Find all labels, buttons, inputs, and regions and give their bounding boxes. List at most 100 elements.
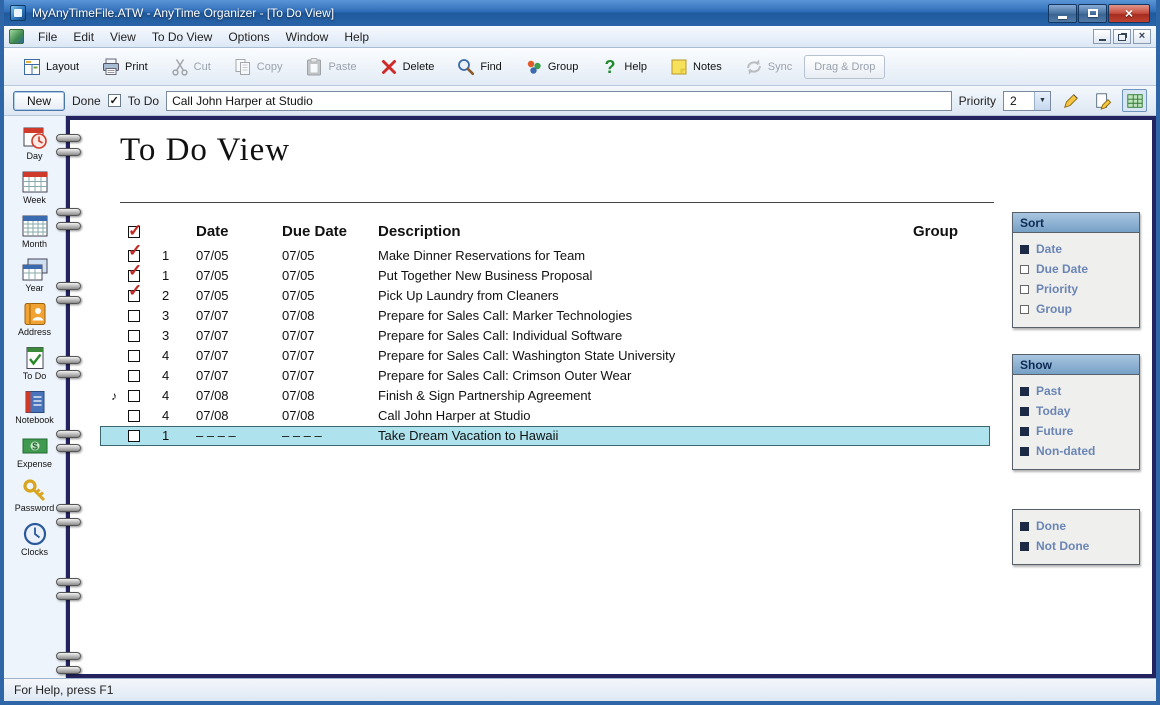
filter-option-not-done[interactable]: Not Done [1020,536,1132,556]
toolbar-button-label: Group [548,61,579,73]
row-description: Pick Up Laundry from Cleaners [362,286,913,306]
row-done-checkbox[interactable] [128,390,140,402]
todo-row[interactable]: 107/0507/05Put Together New Business Pro… [100,266,990,286]
toolbar-button-group[interactable]: Group [514,52,589,82]
mdi-restore-icon [1118,34,1126,41]
filter-option-group[interactable]: Group [1020,299,1132,319]
todo-checkbox[interactable] [108,94,121,107]
sidebar-item-notebook[interactable]: Notebook [4,389,65,425]
sidebar-item-label: Expense [17,459,52,469]
new-button[interactable]: New [13,91,65,111]
todo-row[interactable]: 307/0707/08Prepare for Sales Call: Marke… [100,306,990,326]
menu-item-window[interactable]: Window [278,28,337,46]
filter-option-today[interactable]: Today [1020,401,1132,421]
filter-option-date[interactable]: Date [1020,239,1132,259]
row-date: 07/05 [180,266,264,286]
row-priority: 3 [154,326,180,346]
toolbar-button-copy[interactable]: Copy [223,52,293,82]
sidebar-item-month[interactable]: Month [4,213,65,249]
sidebar-item-expense[interactable]: $Expense [4,433,65,469]
filter-checkbox [1020,387,1029,396]
find-icon [456,57,476,77]
toolbar-button-sync[interactable]: Sync [734,52,802,82]
filter-label: Today [1036,404,1070,418]
row-done-checkbox[interactable] [128,290,140,302]
row-description: Call John Harper at Studio [362,406,913,426]
menu-item-file[interactable]: File [30,28,65,46]
toolbar-button-label: Cut [194,61,211,73]
menu-item-view[interactable]: View [102,28,144,46]
minimize-button[interactable] [1048,4,1077,23]
todo-row[interactable]: 307/0707/07Prepare for Sales Call: Indiv… [100,326,990,346]
binder-ring-icon [56,134,81,142]
toolbar-button-cut[interactable]: Cut [160,52,221,82]
sidebar-item-label: Month [22,239,47,249]
filter-option-due-date[interactable]: Due Date [1020,259,1132,279]
row-done-checkbox[interactable] [128,410,140,422]
row-priority: 3 [154,306,180,326]
binder-ring-icon [56,356,81,364]
row-done-checkbox[interactable] [128,350,140,362]
menu-item-edit[interactable]: Edit [65,28,102,46]
todo-row[interactable]: 407/0707/07Prepare for Sales Call: Crims… [100,366,990,386]
mdi-minimize-button[interactable] [1093,29,1111,44]
row-description: Make Dinner Reservations for Team [362,246,913,266]
todo-row[interactable]: 1– – – –– – – –Take Dream Vacation to Ha… [100,426,990,446]
toolbar-button-print[interactable]: Print [91,52,158,82]
toolbar-button-find[interactable]: Find [446,52,511,82]
todo-row[interactable]: 407/0807/08Call John Harper at Studio [100,406,990,426]
row-done-checkbox[interactable] [128,370,140,382]
title-bar[interactable]: MyAnyTimeFile.ATW - AnyTime Organizer - … [4,0,1156,26]
row-done-checkbox[interactable] [128,430,140,442]
task-description-input[interactable] [166,91,952,111]
status-text: For Help, press F1 [14,683,113,697]
binder-ring-icon [56,578,81,586]
menu-app-icon [9,29,24,44]
filter-option-past[interactable]: Past [1020,381,1132,401]
edit-pencil-button[interactable] [1058,89,1083,112]
mdi-restore-button[interactable] [1113,29,1131,44]
sidebar-item-week[interactable]: Week [4,169,65,205]
filter-option-done[interactable]: Done [1020,516,1132,536]
close-button[interactable]: × [1108,4,1150,23]
menu-item-to-do-view[interactable]: To Do View [144,28,220,46]
todo-row[interactable]: 107/0507/05Make Dinner Reservations for … [100,246,990,266]
filter-option-priority[interactable]: Priority [1020,279,1132,299]
grid-view-button[interactable] [1122,89,1147,112]
mdi-close-button[interactable]: × [1133,29,1151,44]
sidebar-item-clocks[interactable]: Clocks [4,521,65,557]
binder-ring-icon [56,148,81,156]
menu-item-help[interactable]: Help [336,28,377,46]
done-panel-items: Done Not Done [1013,510,1139,564]
row-priority: 4 [154,366,180,386]
todo-row[interactable]: ♪407/0807/08Finish & Sign Partnership Ag… [100,386,990,406]
filter-checkbox [1020,522,1029,531]
todo-row[interactable]: 207/0507/05Pick Up Laundry from Cleaners [100,286,990,306]
toolbar-button-drag-drop[interactable]: Drag & Drop [804,55,885,79]
status-bar: For Help, press F1 [4,678,1156,701]
edit-form-button[interactable] [1090,89,1115,112]
filter-label: Not Done [1036,539,1089,553]
todo-row[interactable]: 407/0707/07Prepare for Sales Call: Washi… [100,346,990,366]
maximize-button[interactable] [1078,4,1107,23]
toolbar-button-layout[interactable]: Layout [12,52,89,82]
day-icon [20,125,50,151]
row-priority: 1 [154,426,180,446]
filter-option-future[interactable]: Future [1020,421,1132,441]
row-date: 07/07 [180,326,264,346]
priority-dropdown[interactable]: 2 ▼ [1003,91,1051,111]
help-icon: ? [600,57,620,77]
toolbar-button-paste[interactable]: Paste [294,52,366,82]
row-done-checkbox[interactable] [128,330,140,342]
filter-option-non-dated[interactable]: Non-dated [1020,441,1132,461]
toolbar-button-notes[interactable]: Notes [659,52,732,82]
toolbar-button-delete[interactable]: Delete [369,52,445,82]
menu-item-options[interactable]: Options [220,28,277,46]
sidebar-item-day[interactable]: Day [4,125,65,161]
row-due-date: 07/07 [264,366,362,386]
toolbar-button-label: Copy [257,61,283,73]
sidebar-item-address[interactable]: Address [4,301,65,337]
row-done-checkbox[interactable] [128,310,140,322]
row-due-date: 07/08 [264,306,362,326]
toolbar-button-help[interactable]: ?Help [590,52,657,82]
